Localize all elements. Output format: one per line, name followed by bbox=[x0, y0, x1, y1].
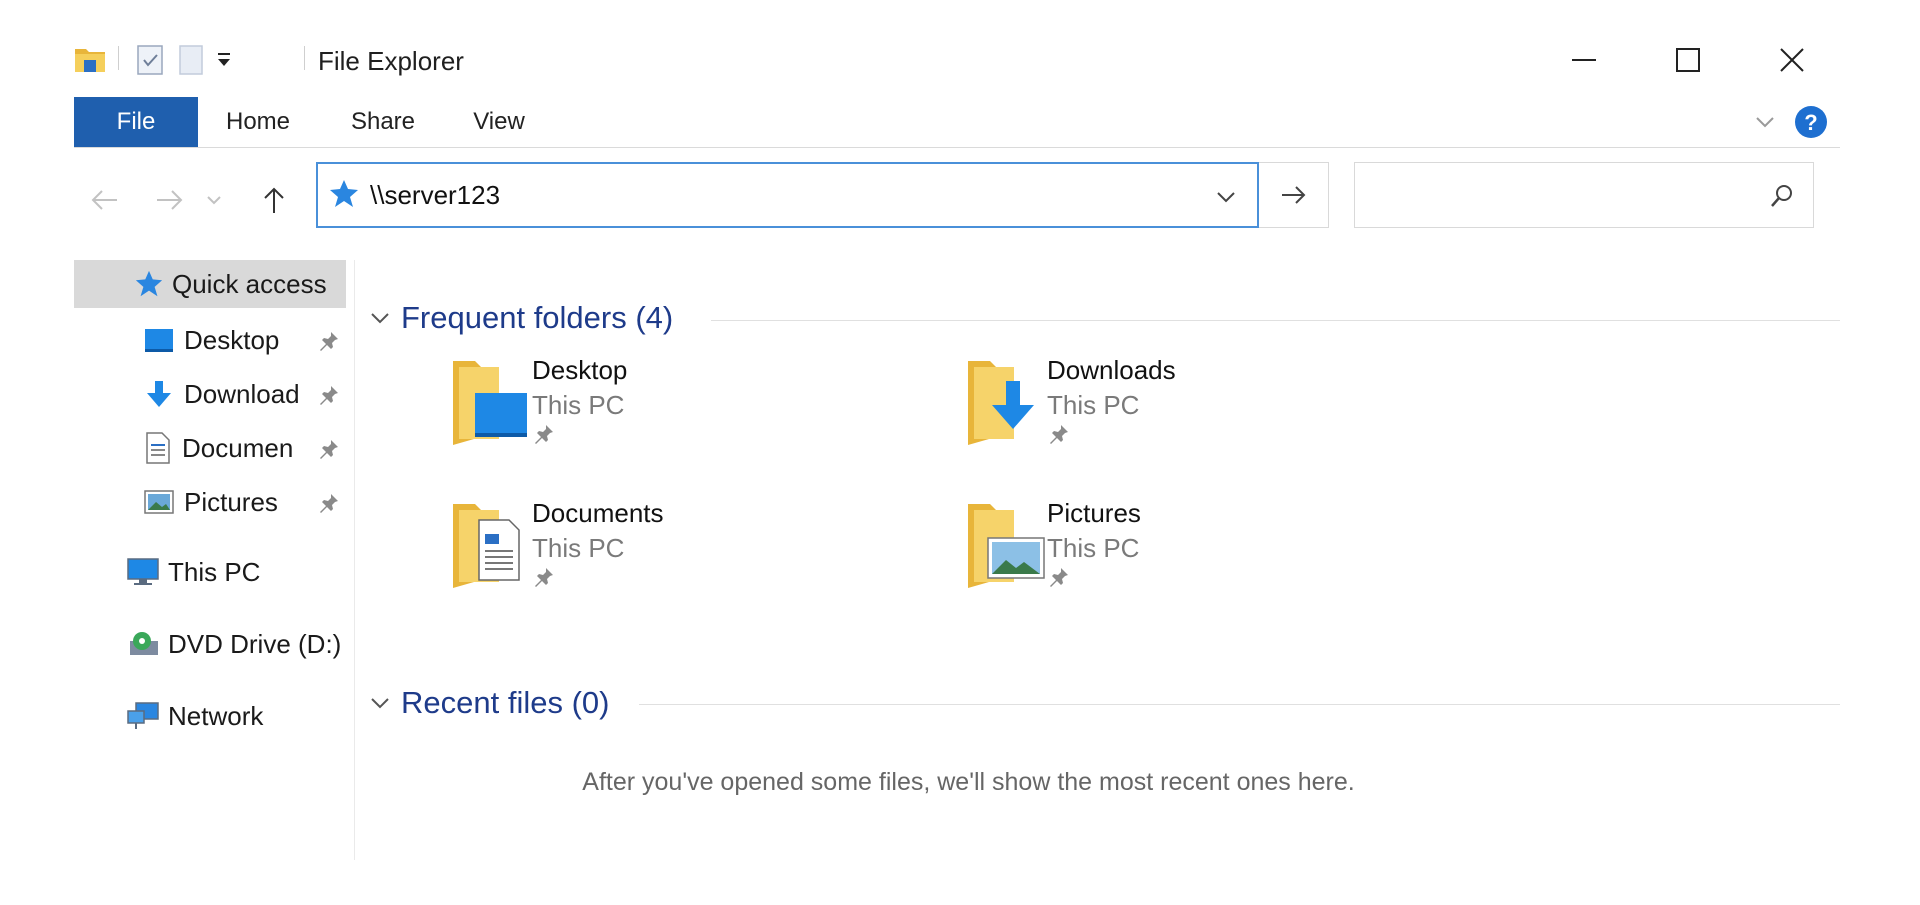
folder-app-icon[interactable] bbox=[74, 44, 106, 79]
pin-icon[interactable] bbox=[1048, 423, 1070, 450]
desktop-icon bbox=[144, 327, 174, 353]
window-title: File Explorer bbox=[318, 46, 464, 76]
folder-tile-documents[interactable]: Documents This PC bbox=[449, 498, 929, 618]
pin-icon[interactable] bbox=[1048, 566, 1070, 593]
folder-location: This PC bbox=[532, 533, 625, 563]
pin-icon[interactable] bbox=[318, 384, 340, 411]
search-input[interactable] bbox=[1365, 177, 1749, 215]
recent-files-header[interactable]: Recent files (0) bbox=[369, 685, 609, 721]
properties-icon[interactable] bbox=[136, 44, 164, 81]
help-icon[interactable]: ? bbox=[1794, 105, 1828, 144]
tab-home[interactable]: Home bbox=[198, 97, 318, 147]
documents-icon bbox=[144, 432, 172, 464]
new-folder-icon[interactable] bbox=[178, 44, 204, 81]
chevron-down-icon bbox=[207, 196, 221, 205]
nav-quick-access[interactable]: Quick access bbox=[74, 260, 346, 308]
folder-name: Desktop bbox=[532, 355, 628, 385]
nav-item-label: Download bbox=[184, 378, 300, 409]
minimize-icon bbox=[1572, 59, 1596, 61]
pictures-folder-icon bbox=[964, 498, 1046, 593]
up-arrow-icon bbox=[264, 187, 284, 213]
file-explorer-window: File Explorer File Home Share View ? \\s… bbox=[74, 30, 1840, 860]
nav-item-label: This PC bbox=[168, 556, 261, 587]
folder-location: This PC bbox=[1047, 390, 1140, 420]
go-button[interactable] bbox=[1259, 162, 1329, 228]
nav-item-this-pc[interactable]: This PC bbox=[126, 548, 346, 596]
nav-item-label: Documen bbox=[182, 432, 294, 463]
maximize-icon bbox=[1676, 48, 1700, 72]
recent-files-empty-message: After you've opened some files, we'll sh… bbox=[582, 768, 1355, 796]
network-icon bbox=[126, 701, 160, 731]
pin-icon[interactable] bbox=[318, 492, 340, 519]
address-bar[interactable]: \\server123 bbox=[316, 162, 1259, 228]
chevron-down-icon bbox=[369, 692, 391, 714]
forward-arrow-icon bbox=[157, 190, 183, 210]
recent-locations-button[interactable] bbox=[202, 180, 226, 220]
folder-location: This PC bbox=[1047, 533, 1140, 563]
close-icon bbox=[1780, 48, 1804, 72]
folder-name: Documents bbox=[532, 498, 664, 528]
folder-name: Pictures bbox=[1047, 498, 1141, 528]
this-pc-icon bbox=[126, 557, 160, 587]
nav-item-network[interactable]: Network bbox=[126, 692, 346, 740]
minimize-button[interactable] bbox=[1534, 30, 1634, 90]
address-text[interactable]: \\server123 bbox=[370, 180, 500, 211]
maximize-button[interactable] bbox=[1638, 30, 1738, 90]
section-divider bbox=[639, 704, 1840, 705]
search-box[interactable] bbox=[1354, 162, 1814, 228]
content-area: Frequent folders (4) Desktop This PC Dow… bbox=[369, 260, 1840, 860]
folder-location: This PC bbox=[532, 390, 625, 420]
documents-folder-icon bbox=[449, 498, 531, 593]
nav-item-dvd-drive[interactable]: DVD Drive (D:) bbox=[128, 620, 358, 668]
forward-button[interactable] bbox=[150, 180, 190, 220]
tab-share[interactable]: Share bbox=[328, 97, 438, 147]
search-icon[interactable] bbox=[1769, 183, 1795, 214]
pin-icon[interactable] bbox=[533, 566, 555, 593]
nav-quick-access-label: Quick access bbox=[172, 268, 327, 299]
pin-icon[interactable] bbox=[318, 330, 340, 357]
recent-files-title: Recent files (0) bbox=[401, 685, 610, 720]
folder-tile-downloads[interactable]: Downloads This PC bbox=[964, 355, 1444, 475]
frequent-folders-header[interactable]: Frequent folders (4) bbox=[369, 300, 673, 336]
downloads-folder-icon bbox=[964, 355, 1046, 450]
nav-item-label: Desktop bbox=[184, 324, 280, 355]
frequent-folders-title: Frequent folders (4) bbox=[401, 300, 674, 335]
close-button[interactable] bbox=[1742, 30, 1842, 90]
section-divider bbox=[711, 320, 1840, 321]
pin-icon[interactable] bbox=[318, 438, 340, 465]
desktop-folder-icon bbox=[449, 355, 531, 450]
qat-divider bbox=[118, 46, 119, 70]
expand-ribbon-icon[interactable] bbox=[1754, 111, 1776, 138]
dvd-drive-icon bbox=[128, 629, 160, 659]
quick-access-star-icon bbox=[328, 178, 360, 215]
title-bar: File Explorer bbox=[74, 30, 1840, 90]
customize-qat-icon[interactable] bbox=[214, 50, 234, 75]
quick-access-star-icon bbox=[134, 269, 164, 299]
pin-icon[interactable] bbox=[533, 423, 555, 450]
tab-file[interactable]: File bbox=[74, 97, 198, 147]
folder-tile-desktop[interactable]: Desktop This PC bbox=[449, 355, 929, 475]
go-arrow-icon bbox=[1281, 186, 1305, 204]
nav-item-label: Pictures bbox=[184, 486, 278, 517]
qat-divider bbox=[304, 46, 305, 70]
address-dropdown-icon[interactable] bbox=[1215, 186, 1237, 213]
folder-tile-pictures[interactable]: Pictures This PC bbox=[964, 498, 1444, 618]
up-button[interactable] bbox=[254, 180, 294, 220]
chevron-down-icon bbox=[369, 307, 391, 329]
pictures-icon bbox=[144, 489, 174, 515]
svg-text:?: ? bbox=[1804, 110, 1817, 135]
folder-name: Downloads bbox=[1047, 355, 1176, 385]
nav-item-label: DVD Drive (D:) bbox=[168, 628, 342, 659]
nav-item-documents[interactable]: Documen bbox=[144, 424, 324, 472]
nav-item-label: Network bbox=[168, 700, 264, 731]
back-arrow-icon bbox=[91, 190, 117, 210]
tab-view[interactable]: View bbox=[454, 97, 544, 147]
back-button[interactable] bbox=[84, 180, 124, 220]
downloads-icon bbox=[144, 379, 174, 409]
ribbon-tabs: File Home Share View ? bbox=[74, 97, 1840, 148]
